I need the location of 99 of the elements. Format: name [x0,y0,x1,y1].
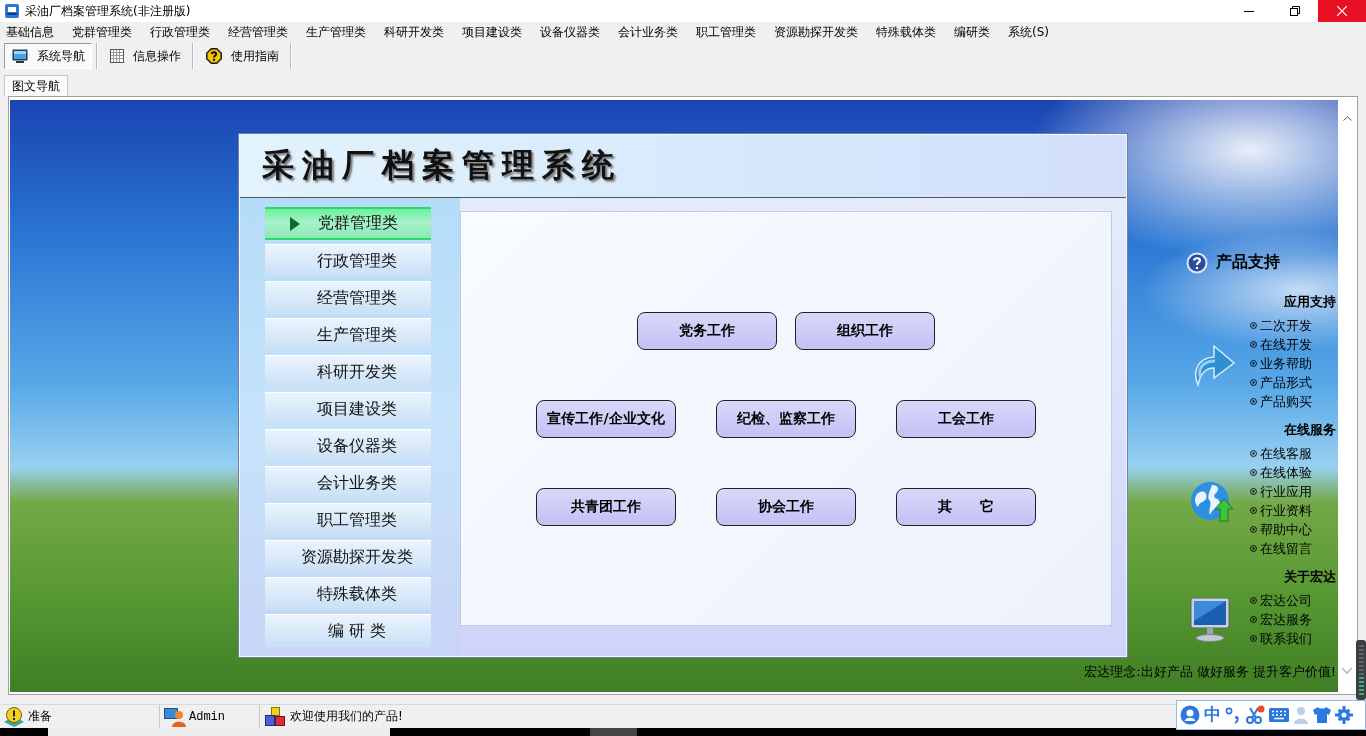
support-link[interactable]: 业务帮助 [1250,354,1336,373]
menu-item[interactable]: 经营管理类 [222,23,294,41]
support-link[interactable]: 行业资料 [1250,501,1336,520]
support-link[interactable]: 行业应用 [1250,482,1336,501]
support-link[interactable]: 在线留言 [1250,539,1336,558]
bullet-icon [1250,450,1257,457]
menu-item[interactable]: 会计业务类 [612,23,684,41]
restore-icon [1290,6,1300,16]
support-link[interactable]: 二次开发 [1250,316,1336,335]
menu-item[interactable]: 生产管理类 [300,23,372,41]
nav-item[interactable]: 科研开发类 [265,355,431,388]
status-text: 准备 [28,708,52,725]
menu-item[interactable]: 项目建设类 [456,23,528,41]
section-button[interactable]: 宣传工作/企业文化 [536,399,676,438]
section-button[interactable]: 组织工作 [795,311,935,350]
nav-item[interactable]: 项目建设类 [265,392,431,425]
menu-item[interactable]: 职工管理类 [690,23,762,41]
keyboard-icon[interactable] [1269,708,1289,722]
section-title: 在线服务 [1283,421,1336,439]
user-icon [164,706,186,727]
support-link[interactable]: 联系我们 [1250,629,1336,648]
tab[interactable]: 图文导航 [4,75,68,96]
support-link[interactable]: 宏达公司 [1250,591,1336,610]
menu-item[interactable]: 编研类 [948,23,996,41]
close-icon [1337,6,1347,16]
toolbar-button[interactable]: 使用指南 [198,43,286,69]
bullet-icon [1250,526,1257,533]
warning-icon [4,706,24,727]
support-link[interactable]: 在线客服 [1250,444,1336,463]
caret-up-icon[interactable] [1342,116,1352,121]
bullet-icon [1250,360,1257,367]
settings-icon[interactable] [1335,706,1353,724]
nav-item[interactable]: 党群管理类 [265,207,431,240]
menu-item[interactable]: 行政管理类 [144,23,216,41]
menu-item[interactable]: 特殊载体类 [870,23,942,41]
support-link[interactable]: 宏达服务 [1250,610,1336,629]
bullet-icon [1250,379,1257,386]
section-title: 应用支持 [1283,293,1336,311]
support-title: 产品支持 [1216,252,1280,273]
triangle-right-icon [290,216,300,231]
bullet-icon [1250,469,1257,476]
grid-icon [110,49,124,63]
support-link[interactable]: 产品购买 [1250,392,1336,411]
help-icon [206,48,222,64]
status-text: 欢迎使用我们的产品! [290,708,403,725]
support-link[interactable]: 产品形式 [1250,373,1336,392]
support-link[interactable]: 在线开发 [1250,335,1336,354]
section-button[interactable]: 共青团工作 [536,487,676,526]
bullet-icon [1250,341,1257,348]
section-button[interactable]: 工会工作 [896,399,1036,438]
nav-item[interactable]: 行政管理类 [265,244,431,277]
user-circle-icon[interactable] [1180,705,1200,725]
menu-item[interactable]: 基础信息 [0,23,60,41]
nav-item[interactable]: 经营管理类 [265,281,431,314]
support-link[interactable]: 帮助中心 [1250,520,1336,539]
support-link[interactable]: 在线体验 [1250,463,1336,482]
bullet-icon [1250,545,1257,552]
status-text: Admin [189,709,225,724]
menu-item[interactable]: 党群管理类 [66,23,138,41]
nav-item[interactable]: 会计业务类 [265,466,431,499]
shirt-icon[interactable] [1313,707,1331,723]
nav-item[interactable]: 职工管理类 [265,503,431,536]
volume-meter-icon [1356,640,1366,700]
monitor-icon [1190,596,1232,643]
system-title: 采油厂档案管理系统 [262,145,622,186]
bullet-icon [1250,488,1257,495]
section-button[interactable]: 其 它 [896,487,1036,526]
nav-item[interactable]: 生产管理类 [265,318,431,351]
minimize-icon [1244,10,1254,12]
language-button[interactable]: 中 [1204,705,1221,725]
menu-item[interactable]: 科研开发类 [378,23,450,41]
help-circle-icon [1186,251,1208,274]
slogan-text: 宏达理念:出好产品 做好服务 提升客户价值! [1084,664,1336,680]
nav-item[interactable]: 编 研 类 [265,614,431,647]
section-button[interactable]: 党务工作 [637,311,777,350]
toolbar-button[interactable]: 系统导航 [4,43,92,69]
bullet-icon [1250,322,1257,329]
menu-item[interactable]: 系统(S) [1002,23,1055,41]
cubes-icon [264,706,286,727]
monitor-icon [12,49,28,63]
nav-item[interactable]: 特殊载体类 [265,577,431,610]
globe-icon [1190,479,1234,523]
section-title: 关于宏达 [1283,568,1336,586]
menu-item[interactable]: 资源勘探开发类 [768,23,864,41]
window-title: 采油厂档案管理系统(非注册版) [25,2,191,20]
bullet-icon [1250,635,1257,642]
menu-item[interactable]: 设备仪器类 [534,23,606,41]
bullet-icon [1250,597,1257,604]
bullet-icon [1250,398,1257,405]
bullet-icon [1250,616,1257,623]
toolbar-button[interactable]: 信息操作 [102,43,188,69]
scissors-icon[interactable] [1245,705,1265,725]
section-button[interactable]: 纪检、监察工作 [716,399,856,438]
nav-item[interactable]: 设备仪器类 [265,429,431,462]
nav-item[interactable]: 资源勘探开发类 [265,540,431,573]
section-button[interactable]: 协会工作 [716,487,856,526]
bullet-icon [1250,507,1257,514]
app-icon [5,4,19,18]
punctuation-icon[interactable] [1225,706,1241,724]
